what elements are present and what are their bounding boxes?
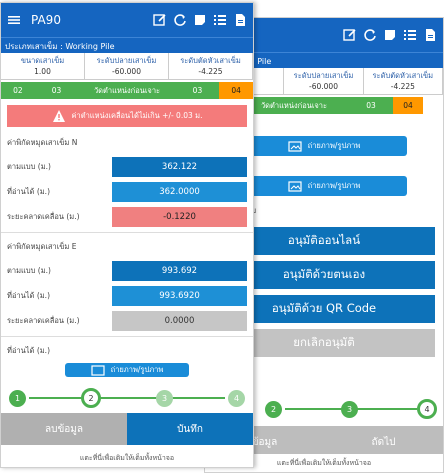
step-tab-current[interactable]: วัดตำแหน่งก่อนเจาะ xyxy=(78,82,176,99)
field-label: ระยะคลาดเคลื่อน (ม.) xyxy=(7,212,80,221)
field-label: ที่อ่านได้ (ม.) xyxy=(7,291,50,300)
image-icon xyxy=(288,141,302,152)
refresh-icon[interactable] xyxy=(173,13,187,27)
e-design-row: ตามแบบ (ม.) 993.692 xyxy=(7,260,247,282)
app-title: PA90 xyxy=(31,13,61,27)
step-tab[interactable]: 03 xyxy=(34,82,79,99)
refresh-icon[interactable] xyxy=(363,28,377,42)
tolerance-alert: ค่าตำแหน่งเคลื่อนได้ไม่เกิน +/- 0.03 ม. xyxy=(7,105,247,127)
photo-button-label: ถ่ายภาพ/รูปภาพ xyxy=(307,141,361,150)
section-n-label: ค่าพิกัดหมุดเสาเข็ม N xyxy=(7,138,78,147)
front-app-bar: PA90 xyxy=(1,3,253,37)
n-design-value: 362.122 xyxy=(112,157,247,177)
header-label: ระดับปลายเสาเข็ม xyxy=(96,56,157,65)
n-design-row: ตามแบบ (ม.) 362.122 xyxy=(7,156,247,178)
e-diff-row: ระยะคลาดเคลื่อน (ม.) 0.0000 xyxy=(7,310,247,332)
edit-icon[interactable] xyxy=(153,13,167,27)
photo-button[interactable]: ถ่ายภาพ/รูปภาพ xyxy=(241,136,407,156)
pile-type-label: ประเภทเสาเข็ม : Working Pile xyxy=(1,37,253,53)
menu-icon[interactable] xyxy=(7,13,21,27)
photo-button[interactable]: ถ่ายภาพ/รูปภาพ xyxy=(65,363,189,377)
step-dot[interactable]: 3 xyxy=(156,389,173,407)
save-button[interactable]: บันทึก xyxy=(127,413,253,445)
step-dot[interactable]: 4 xyxy=(228,389,245,407)
step-dot-current[interactable]: 4 xyxy=(417,399,437,419)
header-value: -4.225 xyxy=(390,82,415,91)
divider xyxy=(1,336,253,337)
step-dot[interactable]: 2 xyxy=(265,400,282,418)
e-measured-row: ที่อ่านได้ (ม.) 993.6920 xyxy=(7,285,247,307)
header-value: 1.00 xyxy=(34,67,51,76)
section-e-label: ค่าพิกัดหมุดเสาเข็ม E xyxy=(7,242,77,251)
step-dot[interactable]: 3 xyxy=(341,400,358,418)
field-label: ที่อ่านได้ (ม.) xyxy=(7,187,50,196)
image-icon xyxy=(91,365,105,376)
divider xyxy=(1,232,253,233)
note-icon[interactable] xyxy=(193,13,207,27)
front-screen: PA90 ประเภทเสาเข็ม : Working Pile ขนาดเส… xyxy=(0,2,254,468)
field-label: ระยะคลาดเคลื่อน (ม.) xyxy=(7,316,80,325)
photo-button-label: ถ่ายภาพ/รูปภาพ xyxy=(307,181,361,190)
step-tab[interactable]: 04 xyxy=(393,97,423,114)
field-label: ตามแบบ (ม.) xyxy=(7,266,51,275)
n-diff-row: ระยะคลาดเคลื่อน (ม.) -0.1220 xyxy=(7,206,247,228)
header-value: -60.000 xyxy=(112,67,141,76)
step-dot[interactable]: 1 xyxy=(9,389,26,407)
n-measured-row: ที่อ่านได้ (ม.) 362.0000 xyxy=(7,181,247,203)
header-label: ระดับตัดหัวเสาเข็ม xyxy=(180,56,241,65)
photo-button-label: ถ่ายภาพ/รูปภาพ xyxy=(110,365,164,374)
front-bottom-bar: ลบข้อมูล บันทึก xyxy=(1,413,253,445)
field-label: ตามแบบ (ม.) xyxy=(7,162,51,171)
front-stepper: 1 2 3 4 xyxy=(9,385,245,411)
document-icon[interactable] xyxy=(423,28,437,42)
header-label: ระดับปลายเสาเข็ม xyxy=(293,71,354,80)
pile-header-grid: ขนาดเสาเข็ม 1.00 ระดับปลายเสาเข็ม -60.000 … xyxy=(1,53,253,80)
edit-icon[interactable] xyxy=(343,28,357,42)
header-label: ขนาดเสาเข็ม xyxy=(20,56,65,65)
step-tabs-row: 02 03 วัดตำแหน่งก่อนเจาะ 03 04 xyxy=(1,82,253,99)
header-value: -60.000 xyxy=(309,82,338,91)
note-icon[interactable] xyxy=(383,28,397,42)
step-tab-current[interactable]: วัดตำแหน่งก่อนเจาะ xyxy=(239,97,349,114)
photo-button[interactable]: ถ่ายภาพ/รูปภาพ xyxy=(241,176,407,196)
n-diff-value: -0.1220 xyxy=(112,207,247,227)
step-tab[interactable]: 04 xyxy=(219,82,253,99)
n-measured-input[interactable]: 362.0000 xyxy=(112,182,247,202)
e-measured-input[interactable]: 993.6920 xyxy=(112,286,247,306)
e-diff-value: 0.0000 xyxy=(112,311,247,331)
header-label: ระดับตัดหัวเสาเข็ม xyxy=(372,71,434,80)
step-tab[interactable]: 03 xyxy=(349,97,393,114)
step-tab[interactable]: 02 xyxy=(1,82,35,99)
list-icon[interactable] xyxy=(213,13,227,27)
alert-text: ค่าตำแหน่งเคลื่อนได้ไม่เกิน +/- 0.03 ม. xyxy=(71,111,203,120)
step-tab[interactable]: 03 xyxy=(175,82,220,99)
e-design-value: 993.692 xyxy=(112,261,247,281)
back-stepper: 2 3 4 xyxy=(265,396,437,422)
warning-icon xyxy=(52,110,65,122)
step-dot-current[interactable]: 2 xyxy=(81,388,101,408)
document-icon[interactable] xyxy=(233,13,247,27)
read-label: ที่อ่านได้ (ม.) xyxy=(7,346,50,355)
clear-data-button[interactable]: ลบข้อมูล xyxy=(1,413,127,445)
fullscreen-hint[interactable]: แตะที่นี่เพื่อเติมให้เต็มทั้งหน้าจอ xyxy=(1,449,253,467)
image-icon xyxy=(288,181,302,192)
list-icon[interactable] xyxy=(403,28,417,42)
header-value: -4.225 xyxy=(198,67,223,76)
